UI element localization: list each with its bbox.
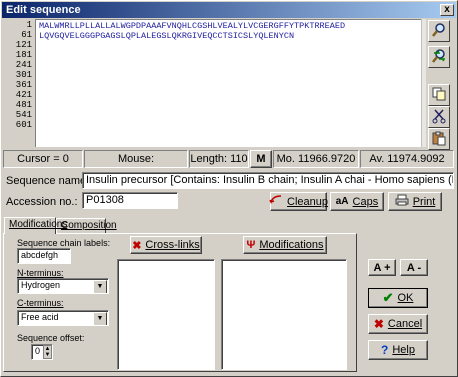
window-title: Edit sequence: [6, 4, 81, 16]
title-bar: Edit sequence: [2, 2, 456, 18]
line-number: 601: [15, 120, 32, 130]
ok-button[interactable]: ✔ OK: [368, 288, 428, 308]
n-terminus-value: Hydrogen: [21, 280, 61, 290]
find-replace-icon: [431, 48, 447, 67]
line-number: 1: [26, 20, 32, 30]
offset-label: Sequence offset:: [17, 333, 85, 343]
cross-links-button[interactable]: ✖ Cross-links: [130, 236, 202, 254]
close-button[interactable]: x: [440, 4, 454, 16]
caps-label: Caps: [352, 195, 379, 208]
chevron-down-icon: ▼: [93, 312, 107, 325]
caps-icon: aA: [335, 196, 349, 207]
cleanup-label: Cleanup: [287, 195, 328, 208]
chain-labels-label: Sequence chain labels:: [17, 238, 111, 248]
line-number: 541: [15, 110, 32, 120]
average-mass: Av. 11974.9092: [360, 150, 454, 168]
modifications-icon: Ψ: [246, 239, 256, 251]
c-terminus-label: C-terminus:: [17, 298, 64, 308]
c-terminus-select[interactable]: Free acid ▼: [17, 310, 109, 326]
print-label: Print: [412, 195, 436, 208]
cursor-position: Cursor = 0: [3, 150, 83, 168]
line-number-gutter: 1 61 121 181 241 301 361 421 481 541 601: [3, 19, 35, 147]
status-bar: Cursor = 0 Mouse: Length: 110 M Mo. 1196…: [3, 150, 455, 168]
cancel-icon: ✖: [373, 317, 384, 331]
close-icon: x: [444, 4, 450, 15]
cut-button[interactable]: [428, 106, 450, 128]
help-label: Help: [392, 344, 415, 356]
cross-links-icon: ✖: [132, 239, 142, 252]
search-icon: [431, 22, 447, 41]
ok-label: OK: [397, 292, 414, 304]
line-number: 241: [15, 60, 32, 70]
cleanup-button[interactable]: Cleanup: [269, 192, 328, 211]
tab-modifications[interactable]: Modifications: [4, 217, 67, 234]
printer-icon: [395, 194, 409, 209]
sequence-length: Length: 110: [189, 150, 249, 168]
chevron-down-icon: ▼: [93, 280, 107, 293]
chain-labels-field[interactable]: abcdefgh: [17, 248, 71, 264]
cross-links-label: Cross-links: [145, 239, 200, 251]
chevron-down-icon: ▼: [44, 352, 51, 358]
sequence-line: LQVGQVELGGGPGAGSLQPLALEGSLQKRGIVEQCCTSIC…: [39, 31, 295, 41]
caps-button[interactable]: aA Caps: [330, 192, 384, 211]
line-number: 421: [15, 90, 32, 100]
copy-button[interactable]: [428, 84, 450, 106]
sequence-name-field[interactable]: Insulin precursor [Contains: Insulin B c…: [82, 172, 454, 189]
vertical-scrollbar[interactable]: [421, 19, 426, 147]
line-number: 181: [15, 50, 32, 60]
n-terminus-select[interactable]: Hydrogen ▼: [17, 278, 109, 294]
mouse-position: Mouse:: [84, 150, 188, 168]
cancel-label: Cancel: [387, 318, 423, 330]
sequence-editor[interactable]: MALWMRLLPLLALLALWGPDPAAAFVNQHLCGSHLVEALY…: [35, 19, 421, 147]
find-replace-button[interactable]: [428, 46, 450, 68]
monoisotopic-mass: Mo. 11966.9720: [273, 150, 359, 168]
print-button[interactable]: Print: [388, 192, 442, 211]
line-number: 61: [21, 30, 32, 40]
cleanup-icon: [269, 194, 283, 209]
help-button[interactable]: ? Help: [368, 340, 428, 360]
line-number: 481: [15, 100, 32, 110]
cancel-button[interactable]: ✖ Cancel: [368, 314, 428, 334]
tab-label: Modifications: [9, 219, 68, 230]
offset-value: 0: [35, 346, 41, 356]
copy-icon: [431, 86, 447, 105]
n-terminus-label: N-terminus:: [17, 268, 64, 278]
sequence-line: MALWMRLLPLLALLALWGPDPAAAFVNQHLCGSHLVEALY…: [39, 21, 346, 31]
font-bigger-button[interactable]: A +: [368, 259, 396, 276]
font-smaller-button[interactable]: A -: [400, 259, 428, 276]
sequence-name-label: Sequence name:: [6, 175, 90, 187]
line-number: 361: [15, 80, 32, 90]
offset-spinner[interactable]: ▲ ▼: [43, 345, 52, 359]
accession-label: Accession no.:: [6, 196, 78, 208]
modifications-button[interactable]: Ψ Modifications: [243, 236, 327, 254]
check-icon: ✔: [382, 290, 394, 305]
paste-icon: [431, 130, 447, 149]
modifications-label: Modifications: [259, 239, 324, 251]
tab-label: Composition: [61, 220, 117, 231]
c-terminus-value: Free acid: [21, 312, 59, 322]
cut-icon: [431, 108, 447, 127]
paste-button[interactable]: [428, 128, 450, 150]
search-button[interactable]: [428, 20, 450, 42]
line-number: 121: [15, 40, 32, 50]
help-icon: ?: [381, 343, 389, 357]
modifications-list[interactable]: [221, 259, 347, 370]
mass-mode-button[interactable]: M: [250, 150, 272, 168]
cross-links-list[interactable]: [117, 259, 215, 370]
accession-field[interactable]: P01308: [82, 192, 178, 209]
line-number: 301: [15, 70, 32, 80]
